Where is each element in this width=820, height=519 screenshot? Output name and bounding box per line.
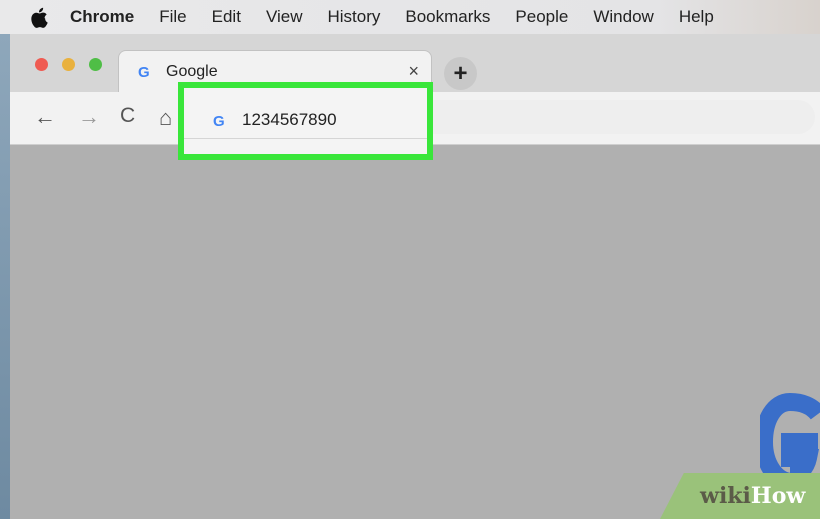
page-content — [10, 145, 820, 519]
address-bar-highlight: G 1234567890 — [178, 82, 433, 160]
menu-bookmarks[interactable]: Bookmarks — [405, 7, 490, 27]
apple-icon[interactable] — [30, 7, 52, 28]
mac-menu-bar: Chrome File Edit View History Bookmarks … — [0, 0, 820, 34]
menu-view[interactable]: View — [266, 7, 303, 27]
desktop-background — [0, 34, 10, 519]
menu-help[interactable]: Help — [679, 7, 714, 27]
window-maximize-button[interactable] — [89, 58, 102, 71]
reload-icon[interactable]: C — [120, 104, 135, 128]
google-favicon-icon: G — [138, 64, 150, 81]
menu-people[interactable]: People — [515, 7, 568, 27]
forward-icon[interactable]: → — [78, 104, 100, 130]
menu-chrome[interactable]: Chrome — [70, 7, 134, 27]
menu-history[interactable]: History — [327, 7, 380, 27]
address-bar-zoomed[interactable]: G 1234567890 — [184, 88, 427, 139]
tab-title: Google — [166, 63, 218, 80]
menu-file[interactable]: File — [159, 7, 186, 27]
menu-edit[interactable]: Edit — [212, 7, 241, 27]
new-tab-button[interactable]: + — [444, 57, 477, 90]
tab-close-icon[interactable]: × — [408, 61, 419, 82]
back-icon[interactable]: ← — [34, 104, 56, 130]
wikihow-watermark: wikiHow — [700, 483, 806, 509]
google-g-icon: G — [213, 113, 225, 130]
home-icon[interactable]: ⌂ — [159, 105, 172, 131]
address-input[interactable]: 1234567890 — [242, 110, 337, 130]
window-minimize-button[interactable] — [62, 58, 75, 71]
menu-window[interactable]: Window — [593, 7, 653, 27]
window-close-button[interactable] — [35, 58, 48, 71]
